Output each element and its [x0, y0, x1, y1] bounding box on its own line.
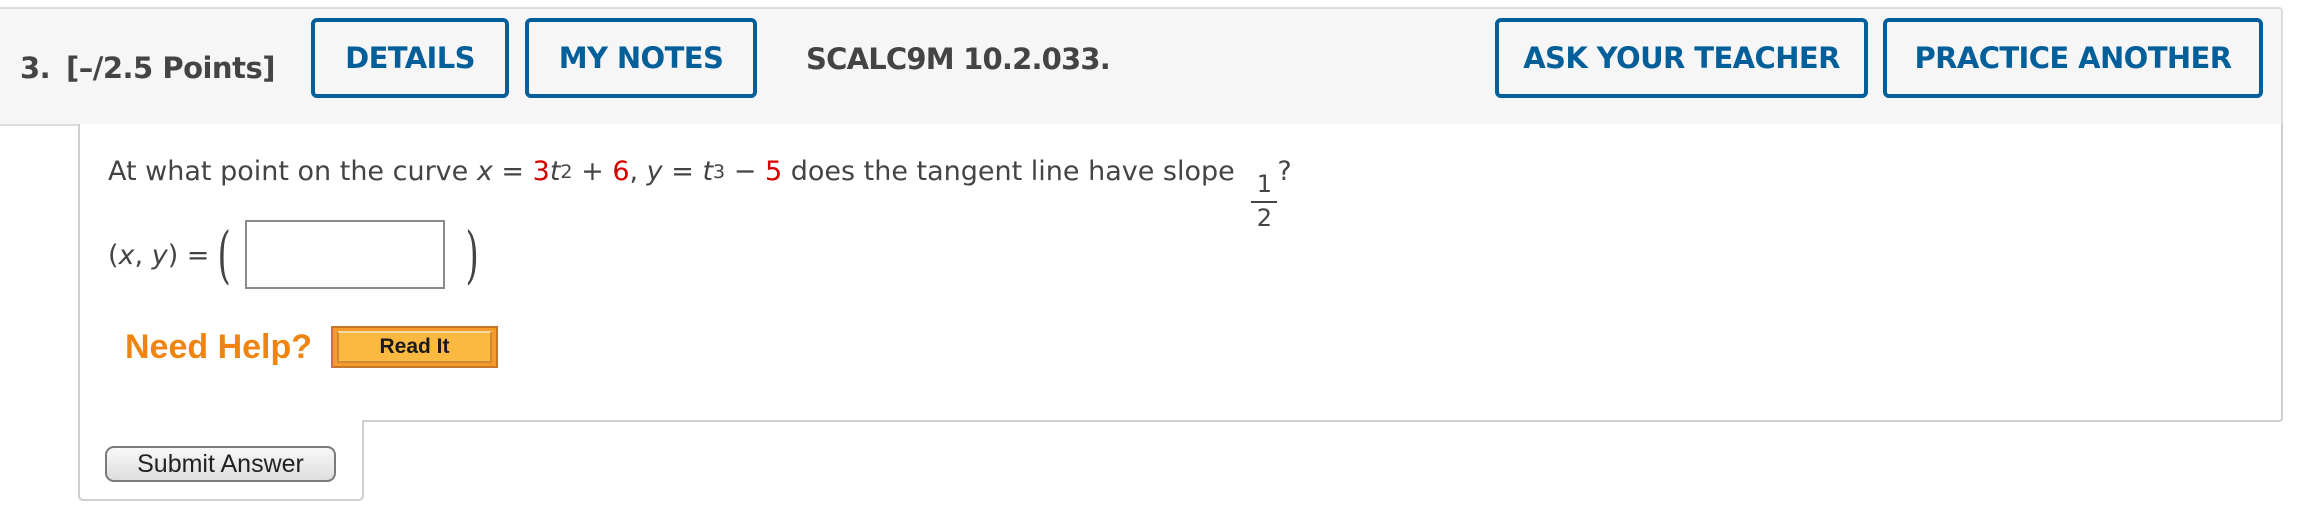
equals: =: [492, 156, 533, 187]
read-it-button[interactable]: Read It: [331, 326, 498, 368]
right-paren: ): [465, 218, 479, 291]
my-notes-button[interactable]: MY NOTES: [525, 18, 757, 98]
minus: −: [725, 156, 765, 187]
answer-input[interactable]: [245, 220, 445, 289]
x-coefficient: 3: [532, 156, 550, 187]
read-it-label: Read It: [337, 331, 492, 363]
submit-answer-button[interactable]: Submit Answer: [105, 446, 336, 482]
need-help-label: Need Help?: [125, 328, 313, 366]
question-code: SCALC9M 10.2.033.: [806, 42, 1111, 76]
ask-your-teacher-button[interactable]: ASK YOUR TEACHER: [1495, 18, 1868, 98]
plus: +: [572, 156, 613, 187]
question-suffix: does the tangent line have slope: [782, 156, 1244, 187]
fraction-bar: [1251, 201, 1278, 203]
var-t: t: [702, 156, 714, 187]
var-y: y: [646, 156, 663, 187]
details-button[interactable]: DETAILS: [311, 18, 509, 98]
y-constant: 5: [764, 156, 783, 187]
slope-fraction: 1 2: [1251, 170, 1278, 232]
comma: ,: [629, 156, 647, 187]
equals: =: [662, 156, 703, 187]
label-paren: (: [108, 240, 119, 271]
label-close: ) =: [167, 240, 210, 271]
submit-area-join: [80, 419, 362, 423]
question-points: [–/2.5 Points]: [66, 51, 275, 85]
label-y: y: [151, 240, 168, 271]
question-text: At what point on the curve x = 3 t 2 + 6…: [108, 156, 1292, 232]
var-t: t: [549, 156, 561, 187]
fraction-denominator: 2: [1256, 204, 1272, 232]
x-constant: 6: [612, 156, 630, 187]
var-x: x: [476, 156, 493, 187]
answer-label: (x, y) =: [108, 240, 209, 271]
fraction-numerator: 1: [1256, 170, 1272, 198]
practice-another-button[interactable]: PRACTICE ANOTHER: [1883, 18, 2263, 98]
left-paren: (: [217, 218, 231, 291]
label-x: x: [118, 240, 135, 271]
question-prefix: At what point on the curve: [108, 156, 477, 187]
label-comma: ,: [134, 240, 152, 271]
question-mark: ?: [1277, 156, 1292, 187]
question-number: 3.: [20, 51, 51, 85]
